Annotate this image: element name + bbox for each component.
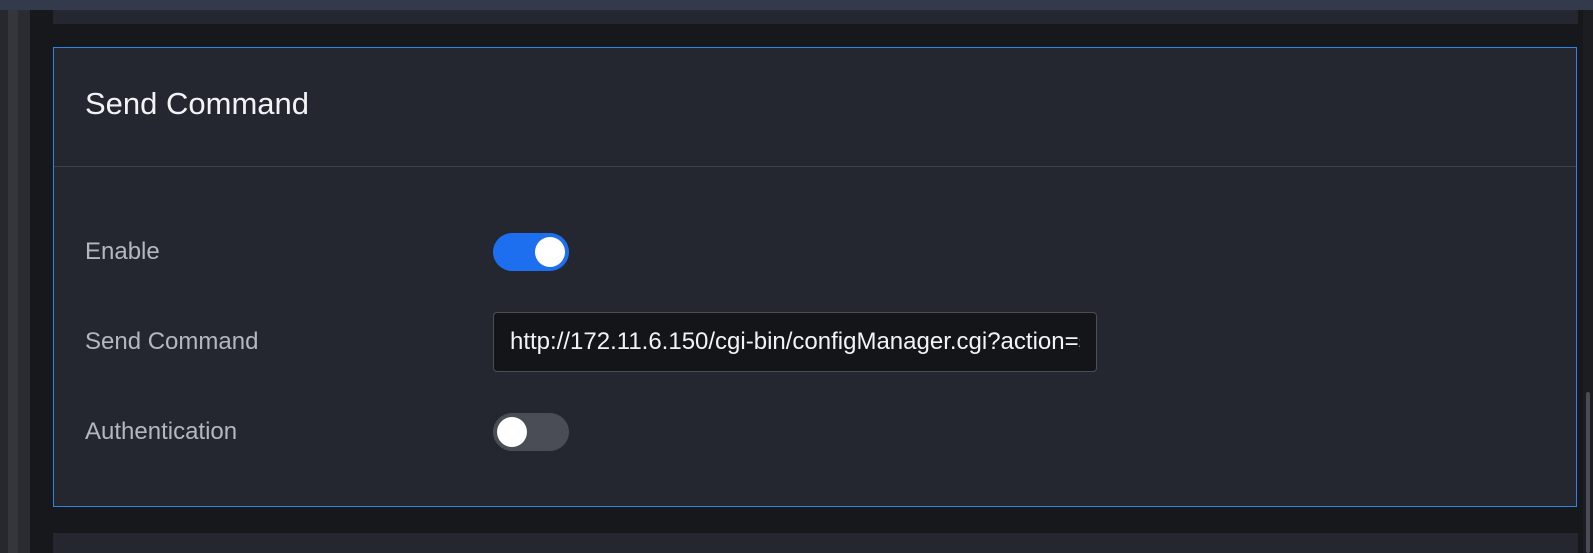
- send-command-input[interactable]: [493, 312, 1097, 372]
- left-rail-divider: [8, 10, 18, 553]
- panel-title: Send Command: [85, 86, 310, 121]
- send-command-label: Send Command: [85, 328, 259, 355]
- authentication-label: Authentication: [85, 418, 238, 445]
- left-rail: [0, 10, 8, 553]
- top-strip: [0, 0, 1593, 10]
- left-rail-edge: [18, 10, 30, 553]
- enable-toggle[interactable]: [493, 233, 569, 271]
- enable-label: Enable: [85, 238, 160, 265]
- toggle-knob: [535, 237, 565, 267]
- next-panel: [53, 533, 1578, 553]
- panel-header: Send Command: [54, 48, 1576, 167]
- authentication-toggle[interactable]: [493, 413, 569, 451]
- send-command-panel: Send Command Enable Send Command Authent…: [53, 47, 1577, 507]
- scrollbar-thumb[interactable]: [1586, 392, 1590, 553]
- toggle-knob: [497, 417, 527, 447]
- previous-panel: [53, 10, 1578, 24]
